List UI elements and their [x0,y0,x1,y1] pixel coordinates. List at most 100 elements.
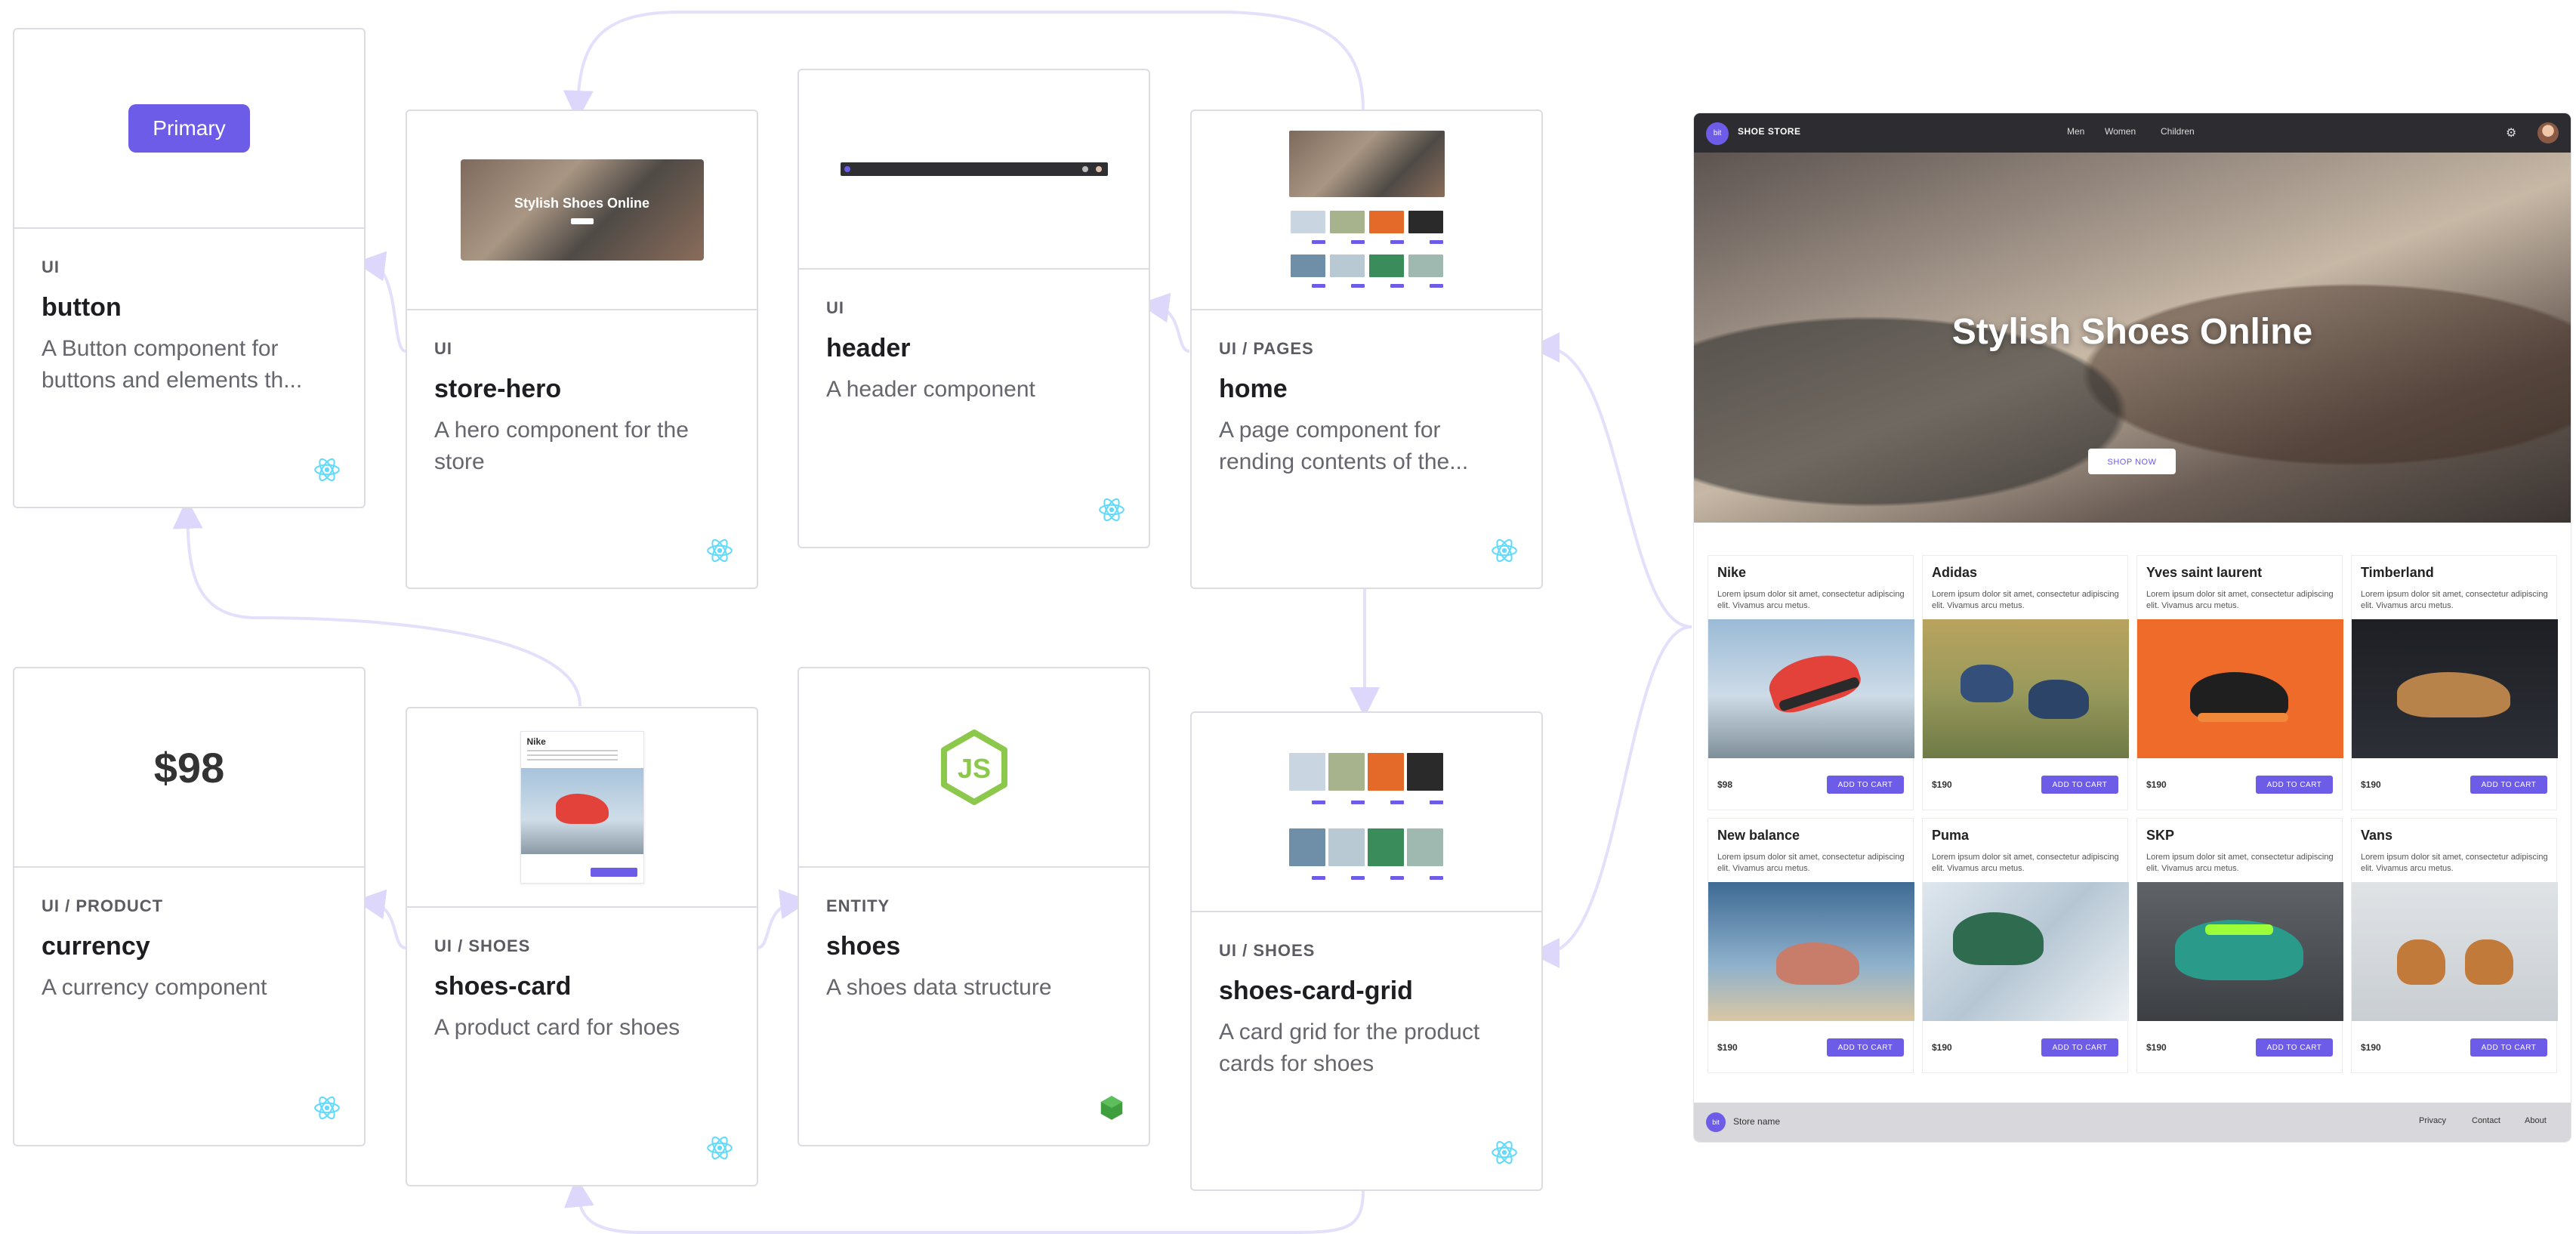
footer-link-about[interactable]: About [2525,1116,2547,1125]
product-card: Nike Lorem ipsum dolor sit amet, consect… [1708,555,1914,810]
component-card-button[interactable]: Primary UI button A Button component for… [13,28,366,508]
card-category: UI / PAGES [1219,339,1314,358]
component-card-header[interactable]: UI header A header component [797,69,1150,548]
product-name: Yves saint laurent [2146,565,2263,580]
product-price: $190 [2361,1042,2381,1053]
footer-store-name: Store name [1733,1116,1781,1127]
add-to-cart-button[interactable]: ADD TO CART [2470,776,2547,794]
product-name: New balance [1717,828,1800,843]
nav-link-women[interactable]: Women [2105,126,2136,137]
component-card-shoes[interactable]: JS ENTITY shoes A shoes data structure [797,667,1150,1146]
home-preview [1192,111,1541,310]
card-description: A Button component for buttons and eleme… [42,336,303,393]
store-hero-preview: Stylish Shoes Online [407,111,757,310]
mini-home-page [1288,131,1445,289]
mini-shoes-card: Nike [520,731,644,884]
connector-store-hero-to-button [355,251,406,353]
card-title[interactable]: shoes [826,930,1126,963]
product-price: $190 [2146,779,2167,790]
product-image [2137,619,2343,758]
product-image [2352,882,2558,1021]
product-name: SKP [2146,828,2175,843]
card-category: UI / SHOES [434,936,531,955]
nav-link-men[interactable]: Men [2067,126,2084,137]
product-name: Timberland [2361,565,2434,580]
product-image [2352,619,2558,758]
add-to-cart-button[interactable]: ADD TO CART [2256,776,2333,794]
card-title[interactable]: home [1219,372,1519,406]
react-icon [1099,498,1124,522]
shop-now-button[interactable]: SHOP NOW [2088,449,2176,474]
footer-logo[interactable]: bit [1706,1112,1726,1132]
connector-grid-to-shoes-card [563,1177,1365,1234]
card-title[interactable]: header [826,332,1126,365]
card-title[interactable]: shoes-card [434,970,734,1003]
react-icon [707,1136,733,1160]
card-description: A card grid for the product cards for sh… [1219,1020,1480,1076]
shoes-card-preview: Nike [407,708,757,908]
connector-home-to-header [1139,292,1190,353]
product-description: Lorem ipsum dolor sit amet, consectetur … [2146,590,2334,610]
card-description: A product card for shoes [434,1015,680,1040]
add-to-cart-button[interactable]: ADD TO CART [2470,1038,2547,1057]
product-price: $190 [2146,1042,2167,1053]
connector-shoes-card-to-currency [355,889,406,949]
button-preview: Primary [14,29,364,229]
card-category: UI [826,298,844,317]
shoes-preview: JS [799,668,1149,868]
card-description: A shoes data structure [826,975,1052,1000]
entity-icon [1100,1096,1123,1120]
connector-shoes-card-to-shoes [757,889,810,949]
card-description: A page component for rending contents of… [1219,418,1469,474]
add-to-cart-button[interactable]: ADD TO CART [2041,1038,2118,1057]
product-price: $98 [1717,779,1733,790]
footer-link-contact[interactable]: Contact [2472,1116,2500,1125]
footer-link-privacy[interactable]: Privacy [2419,1116,2446,1125]
add-to-cart-button[interactable]: ADD TO CART [2041,776,2118,794]
nav-link-children[interactable]: Children [2161,126,2195,137]
product-grid: Nike Lorem ipsum dolor sit amet, consect… [1708,555,2558,1073]
product-name: Vans [2361,828,2393,843]
add-to-cart-button[interactable]: ADD TO CART [1827,1038,1904,1057]
currency-preview-value: $98 [153,743,225,791]
gear-icon[interactable]: ⚙ [2506,125,2516,140]
product-card: Puma Lorem ipsum dolor sit amet, consect… [1922,818,2129,1073]
card-title[interactable]: shoes-card-grid [1219,974,1519,1007]
add-to-cart-button[interactable]: ADD TO CART [1827,776,1904,794]
svg-text:JS: JS [957,753,990,784]
component-card-shoes-card[interactable]: Nike UI / SHOES shoes-card A product car… [406,707,758,1186]
add-to-cart-button[interactable]: ADD TO CART [2256,1038,2333,1057]
card-title[interactable]: store-hero [434,372,734,406]
product-image [1708,882,1914,1021]
product-card: Yves saint laurent Lorem ipsum dolor sit… [2136,555,2343,810]
react-icon [1492,538,1517,563]
react-icon [314,1096,340,1120]
card-description: A currency component [42,975,267,1000]
card-category: UI [42,258,60,276]
store-hero-banner: Stylish Shoes Online SHOP NOW [1694,153,2571,523]
store-logo[interactable]: bit [1706,122,1729,145]
component-card-currency[interactable]: $98 UI / PRODUCT currency A currency com… [13,667,366,1146]
product-description: Lorem ipsum dolor sit amet, consectetur … [2146,853,2334,873]
product-description: Lorem ipsum dolor sit amet, consectetur … [2361,853,2548,873]
hero-title: Stylish Shoes Online [1951,312,2313,352]
card-category: UI [434,339,452,358]
avatar[interactable] [2537,122,2559,143]
shoes-card-grid-preview [1192,713,1541,912]
component-card-shoes-card-grid[interactable]: UI / SHOES shoes-card-grid A card grid f… [1190,711,1543,1191]
mini-hero-image: Stylish Shoes Online [460,159,704,261]
mini-hero-title: Stylish Shoes Online [514,196,650,211]
card-title[interactable]: button [42,291,341,324]
shoe-store-app-preview: bit SHOE STORE Men Women Children ⚙ Styl… [1694,113,2571,1142]
primary-button-preview[interactable]: Primary [128,104,250,153]
component-card-home[interactable]: UI / PAGES home A page component for ren… [1190,110,1543,589]
product-description: Lorem ipsum dolor sit amet, consectetur … [1932,590,2119,610]
store-brand[interactable]: SHOE STORE [1738,126,1800,137]
card-title[interactable]: currency [42,930,341,963]
react-icon [314,458,340,482]
component-card-store-hero[interactable]: Stylish Shoes Online UI store-hero A her… [406,110,758,589]
header-preview [799,70,1149,270]
product-price: $190 [2361,779,2381,790]
nodejs-icon: JS [940,730,1007,805]
card-category: UI / PRODUCT [42,896,164,915]
